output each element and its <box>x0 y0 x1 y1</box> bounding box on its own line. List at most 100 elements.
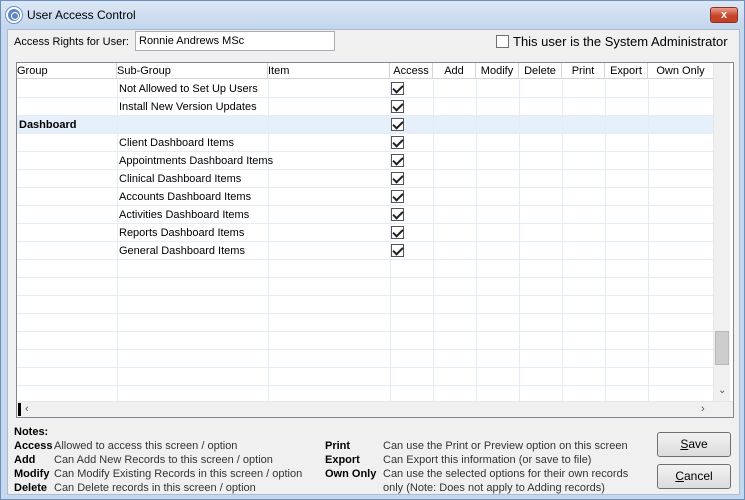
horizontal-scroll-thumb[interactable] <box>18 403 21 416</box>
table-row[interactable]: Reports Dashboard Items <box>17 224 713 242</box>
column-divider <box>476 224 477 241</box>
table-row[interactable]: Client Dashboard Items <box>17 134 713 152</box>
item-cell <box>270 224 388 242</box>
empty-table-row[interactable] <box>17 296 713 314</box>
column-header-own-only[interactable]: Own Only <box>648 63 713 79</box>
column-divider <box>605 260 606 277</box>
table-row[interactable]: Clinical Dashboard Items <box>17 170 713 188</box>
column-divider <box>476 296 477 313</box>
column-divider <box>562 224 563 241</box>
column-divider <box>519 242 520 259</box>
column-divider <box>648 206 649 223</box>
column-divider <box>433 296 434 313</box>
save-button[interactable]: Save <box>657 432 731 457</box>
column-divider <box>476 80 477 97</box>
access-checkbox[interactable] <box>391 226 404 239</box>
save-label: ave <box>688 437 708 451</box>
access-checkbox[interactable] <box>391 244 404 257</box>
empty-table-row[interactable] <box>17 368 713 386</box>
item-cell <box>270 134 388 152</box>
column-divider <box>433 260 434 277</box>
column-divider <box>648 314 649 331</box>
table-row[interactable]: Install New Version Updates <box>17 98 713 116</box>
access-checkbox[interactable] <box>391 118 404 131</box>
scroll-right-arrow-icon[interactable]: › <box>701 403 705 415</box>
column-divider <box>605 134 606 151</box>
cancel-button[interactable]: Cancel <box>657 464 731 489</box>
grid-rows: Not Allowed to Set Up Users Install New V… <box>17 80 713 404</box>
column-header-item[interactable]: Item <box>268 63 390 79</box>
access-checkbox[interactable] <box>391 172 404 185</box>
column-header-delete[interactable]: Delete <box>519 63 562 79</box>
vertical-scroll-thumb[interactable] <box>715 331 729 365</box>
column-divider <box>562 170 563 187</box>
title-bar[interactable]: User Access Control x <box>1 1 744 29</box>
group-cell <box>19 80 117 98</box>
scroll-left-arrow-icon[interactable]: ‹ <box>25 403 29 415</box>
access-grid[interactable]: Group Sub-Group Item Access Add Modify D… <box>16 62 734 418</box>
column-divider <box>433 188 434 205</box>
column-divider <box>519 278 520 295</box>
table-row[interactable]: Appointments Dashboard Items <box>17 152 713 170</box>
access-checkbox[interactable] <box>391 208 404 221</box>
empty-table-row[interactable] <box>17 314 713 332</box>
scroll-down-arrow-icon[interactable]: ⌄ <box>718 385 726 396</box>
column-divider <box>390 296 391 313</box>
note-key-add: Add <box>14 454 36 466</box>
column-divider <box>562 134 563 151</box>
column-divider <box>562 116 563 133</box>
column-header-print[interactable]: Print <box>562 63 605 79</box>
column-header-group[interactable]: Group <box>17 63 117 79</box>
column-divider <box>562 278 563 295</box>
horizontal-scrollbar[interactable]: ‹ › <box>17 401 733 417</box>
item-cell <box>270 188 388 206</box>
note-key-export: Export <box>325 454 360 466</box>
table-row[interactable]: Not Allowed to Set Up Users <box>17 80 713 98</box>
table-row[interactable]: Accounts Dashboard Items <box>17 188 713 206</box>
empty-table-row[interactable] <box>17 350 713 368</box>
column-header-subgroup[interactable]: Sub-Group <box>117 63 268 79</box>
column-divider <box>519 152 520 169</box>
access-checkbox[interactable] <box>391 82 404 95</box>
note-key-delete: Delete <box>14 482 48 494</box>
empty-table-row[interactable] <box>17 332 713 350</box>
column-divider <box>117 368 118 385</box>
system-admin-label[interactable]: This user is the System Administrator <box>513 34 728 49</box>
table-row[interactable]: General Dashboard Items <box>17 242 713 260</box>
column-divider <box>117 296 118 313</box>
column-divider <box>648 80 649 97</box>
column-divider <box>268 260 269 277</box>
access-checkbox[interactable] <box>391 190 404 203</box>
dialog-body: Access Rights for User: This user is the… <box>7 29 740 495</box>
access-checkbox[interactable] <box>391 154 404 167</box>
access-checkbox[interactable] <box>391 136 404 149</box>
vertical-scrollbar[interactable]: ⌄ <box>713 63 730 401</box>
column-header-modify[interactable]: Modify <box>476 63 519 79</box>
column-header-export[interactable]: Export <box>605 63 648 79</box>
column-divider <box>605 170 606 187</box>
empty-table-row[interactable] <box>17 278 713 296</box>
close-button[interactable]: x <box>710 7 738 23</box>
column-divider <box>605 242 606 259</box>
column-header-add[interactable]: Add <box>433 63 476 79</box>
column-divider <box>605 350 606 367</box>
column-divider <box>117 80 118 97</box>
column-divider <box>648 278 649 295</box>
system-admin-checkbox[interactable] <box>496 35 509 48</box>
column-divider <box>519 98 520 115</box>
column-divider <box>519 314 520 331</box>
column-divider <box>476 368 477 385</box>
column-divider <box>433 134 434 151</box>
column-divider <box>519 260 520 277</box>
column-divider <box>117 116 118 133</box>
access-rights-user-field[interactable] <box>135 31 335 51</box>
column-divider <box>519 350 520 367</box>
table-row[interactable]: Activities Dashboard Items <box>17 206 713 224</box>
empty-table-row[interactable] <box>17 260 713 278</box>
column-header-access[interactable]: Access <box>390 63 433 79</box>
column-divider <box>433 278 434 295</box>
table-row[interactable]: Dashboard <box>17 116 713 134</box>
access-checkbox[interactable] <box>391 100 404 113</box>
column-divider <box>117 152 118 169</box>
column-divider <box>519 224 520 241</box>
